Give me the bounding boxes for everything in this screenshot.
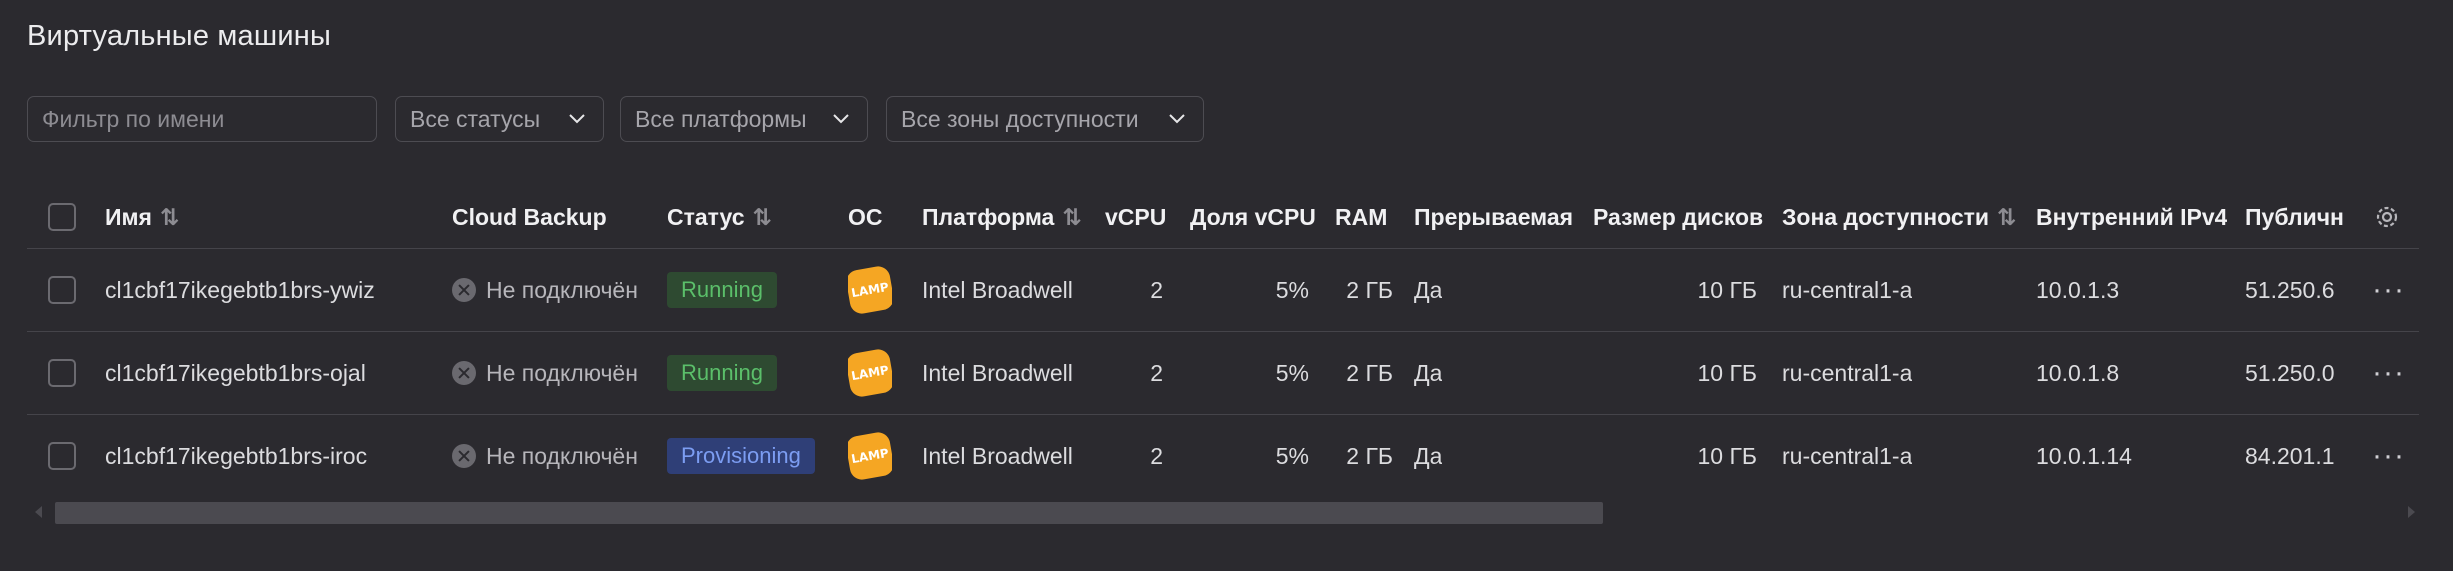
zone-cell: ru-central1-a <box>1782 442 1913 469</box>
zone-cell: ru-central1-a <box>1782 359 1913 386</box>
os-cell: LAMP <box>848 415 892 497</box>
more-icon[interactable]: ··· <box>2372 415 2405 497</box>
table-header: Имя ⇅ Cloud Backup Статус ⇅ ОС Платформа ⇅ … <box>27 186 2419 249</box>
backup-status: Не подключён <box>452 332 638 414</box>
x-circle-icon <box>452 444 476 468</box>
lamp-icon: LAMP <box>848 430 892 482</box>
lamp-icon: LAMP <box>848 347 892 399</box>
page-title: Виртуальные машины <box>27 20 332 52</box>
vcpu-share-cell: 5% <box>1275 442 1309 469</box>
vcpu-share-cell: 5% <box>1275 359 1309 386</box>
chevron-down-icon <box>833 114 849 124</box>
status-cell: Running <box>667 249 777 331</box>
select-all-checkbox[interactable] <box>48 203 76 231</box>
preemptible-cell: Да <box>1414 276 1443 303</box>
ipv4-internal-cell: 10.0.1.3 <box>2036 276 2120 303</box>
ram-cell: 2 ГБ <box>1346 359 1393 386</box>
ipv4-public-cell: 51.250.6 <box>2245 276 2335 303</box>
name-filter-input[interactable] <box>27 96 377 142</box>
ram-cell: 2 ГБ <box>1346 276 1393 303</box>
x-circle-icon <box>452 361 476 385</box>
vcpu-cell: 2 <box>1150 276 1163 303</box>
ram-cell: 2 ГБ <box>1346 442 1393 469</box>
table-settings-button[interactable] <box>2372 186 2402 248</box>
x-circle-icon <box>452 278 476 302</box>
table-row[interactable]: cl1cbf17ikegebtb1brs-ywiz Не подключён R… <box>27 249 2419 332</box>
column-header-zone[interactable]: Зона доступности ⇅ <box>1782 186 2016 248</box>
platform-cell: Intel Broadwell <box>922 359 1073 386</box>
horizontal-scrollbar[interactable] <box>35 500 2415 524</box>
preemptible-cell: Да <box>1414 442 1443 469</box>
column-header-ram: RAM <box>1335 203 1388 230</box>
status-filter-value: Все статусы <box>410 105 541 132</box>
row-checkbox[interactable] <box>48 442 76 470</box>
status-filter-select[interactable]: Все статусы <box>395 96 604 142</box>
zone-cell: ru-central1-a <box>1782 276 1913 303</box>
backup-status: Не подключён <box>452 249 638 331</box>
vm-name[interactable]: cl1cbf17ikegebtb1brs-ywiz <box>105 249 375 331</box>
sort-icon[interactable]: ⇅ <box>1997 204 2016 231</box>
status-badge: Running <box>667 272 777 308</box>
disk-size-cell: 10 ГБ <box>1697 359 1757 386</box>
column-header-vcpu-share: Доля vCPU <box>1190 203 1316 230</box>
ipv4-internal-cell: 10.0.1.14 <box>2036 442 2132 469</box>
platform-cell: Intel Broadwell <box>922 276 1073 303</box>
status-badge: Running <box>667 355 777 391</box>
disk-size-cell: 10 ГБ <box>1697 276 1757 303</box>
chevron-down-icon <box>569 114 585 124</box>
column-header-status[interactable]: Статус ⇅ <box>667 186 772 248</box>
more-icon[interactable]: ··· <box>2372 332 2405 414</box>
os-cell: LAMP <box>848 249 892 331</box>
ipv4-public-cell: 84.201.1 <box>2245 442 2335 469</box>
platform-cell: Intel Broadwell <box>922 442 1073 469</box>
vcpu-cell: 2 <box>1150 442 1163 469</box>
column-header-platform[interactable]: Платформа ⇅ <box>922 186 1082 248</box>
vm-name[interactable]: cl1cbf17ikegebtb1brs-iroc <box>105 415 367 497</box>
column-header-ipv4-internal: Внутренний IPv4 <box>2036 203 2228 230</box>
status-cell: Running <box>667 332 777 414</box>
platform-filter-value: Все платформы <box>635 105 807 132</box>
row-checkbox[interactable] <box>48 276 76 304</box>
gear-icon <box>2376 206 2398 228</box>
sort-icon[interactable]: ⇅ <box>1062 204 1081 231</box>
column-header-backup: Cloud Backup <box>452 203 607 230</box>
scroll-right-icon[interactable] <box>2408 506 2415 518</box>
column-header-vcpu: vCPU <box>1105 203 1167 230</box>
ipv4-public-cell: 51.250.0 <box>2245 359 2335 386</box>
column-header-os: ОС <box>848 203 883 230</box>
vcpu-share-cell: 5% <box>1275 276 1309 303</box>
row-checkbox[interactable] <box>48 359 76 387</box>
status-badge: Provisioning <box>667 438 815 474</box>
column-header-ipv4-public: Публичн <box>2245 203 2344 230</box>
more-icon[interactable]: ··· <box>2372 249 2405 331</box>
chevron-down-icon <box>1169 114 1185 124</box>
status-cell: Provisioning <box>667 415 815 497</box>
disk-size-cell: 10 ГБ <box>1697 442 1757 469</box>
lamp-icon: LAMP <box>848 264 892 316</box>
column-header-disk-size: Размер дисков <box>1593 203 1764 230</box>
scrollbar-thumb[interactable] <box>55 502 1603 524</box>
zone-filter-value: Все зоны доступности <box>901 105 1139 132</box>
vm-name[interactable]: cl1cbf17ikegebtb1brs-ojal <box>105 332 366 414</box>
sort-icon[interactable]: ⇅ <box>753 204 772 231</box>
ipv4-internal-cell: 10.0.1.8 <box>2036 359 2120 386</box>
zone-filter-select[interactable]: Все зоны доступности <box>886 96 1204 142</box>
column-header-preemptible: Прерываемая <box>1414 203 1574 230</box>
vcpu-cell: 2 <box>1150 359 1163 386</box>
table-row[interactable]: cl1cbf17ikegebtb1brs-ojal Не подключён R… <box>27 332 2419 415</box>
table-row[interactable]: cl1cbf17ikegebtb1brs-iroc Не подключён P… <box>27 415 2419 497</box>
backup-status: Не подключён <box>452 415 638 497</box>
column-header-name[interactable]: Имя ⇅ <box>105 186 179 248</box>
sort-icon[interactable]: ⇅ <box>160 204 179 231</box>
preemptible-cell: Да <box>1414 359 1443 386</box>
platform-filter-select[interactable]: Все платформы <box>620 96 868 142</box>
scroll-left-icon[interactable] <box>35 506 42 518</box>
os-cell: LAMP <box>848 332 892 414</box>
